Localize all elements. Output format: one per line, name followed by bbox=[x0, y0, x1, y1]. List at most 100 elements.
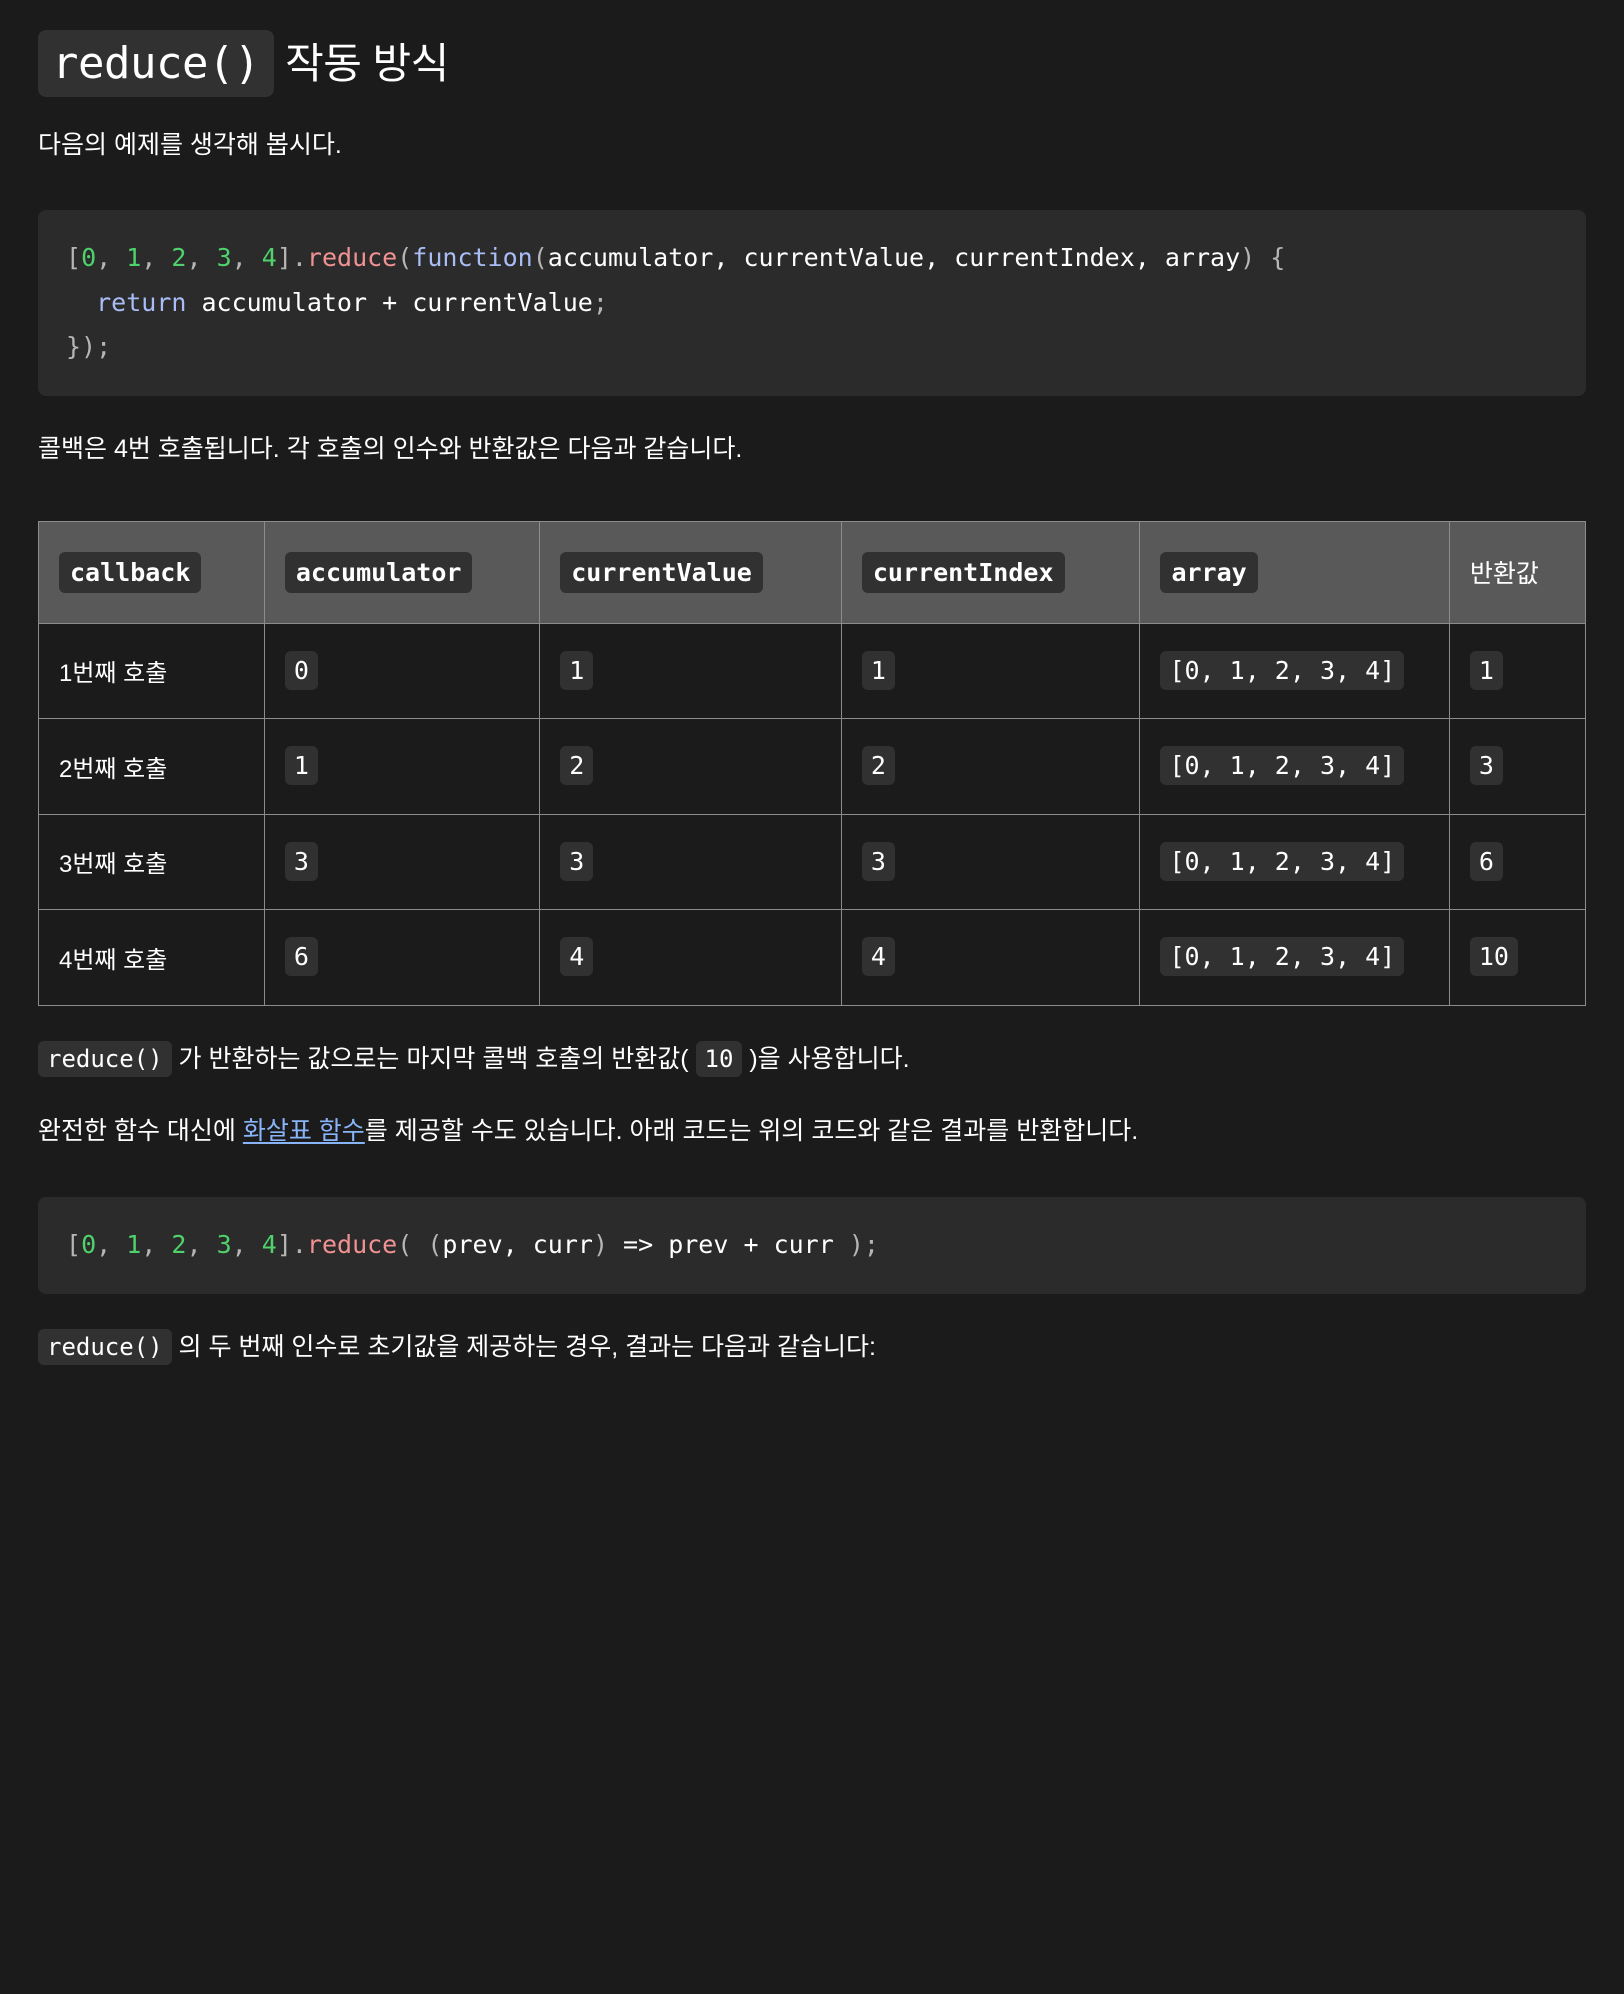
table-cell-callback: 2번째 호출 bbox=[38, 718, 265, 815]
table-body: 1번째 호출 0 1 1 [0, 1, 2, 3, 4] 1 2번째 호출 1 2 2 [0, 1,… bbox=[38, 622, 1587, 1006]
table-header-cell-array: array bbox=[1139, 520, 1450, 624]
table-cell-array: [0, 1, 2, 3, 4] bbox=[1139, 813, 1450, 910]
code-token-plain: accumulator, currentValue, currentIndex,… bbox=[547, 243, 1241, 273]
result-text-1: 가 반환하는 값으로는 마지막 콜백 호출의 반환값( bbox=[171, 1044, 696, 1073]
code-token-num: 1 bbox=[126, 243, 142, 273]
code-token-punc: ( bbox=[427, 1230, 443, 1259]
table-row: 1번째 호출 0 1 1 [0, 1, 2, 3, 4] 1 bbox=[38, 622, 1587, 719]
table-cell-accumulator: 6 bbox=[263, 909, 541, 1006]
table-header: callback accumulator currentValue currentIn… bbox=[38, 520, 1587, 624]
arrow-function-link[interactable]: 화살표 함수 bbox=[243, 1117, 365, 1145]
table-cell-currentIndex: 3 bbox=[840, 813, 1141, 910]
initial-code-reduce: reduce() bbox=[38, 1328, 172, 1365]
code-token-punc: ( bbox=[397, 1230, 413, 1259]
cell-code-returnValue: 10 bbox=[1469, 937, 1518, 976]
table-cell-currentIndex: 1 bbox=[840, 622, 1141, 719]
code-token-punc: , bbox=[231, 1230, 262, 1259]
cell-code-currentIndex: 3 bbox=[861, 841, 895, 881]
code-token-fn: reduce bbox=[306, 1230, 398, 1259]
callback-calls-table: callback accumulator currentValue currentIn… bbox=[38, 520, 1587, 1006]
table-cell-currentValue: 3 bbox=[539, 813, 842, 910]
table-header-cell-callback: callback bbox=[38, 520, 265, 624]
code-token-punc: }); bbox=[66, 332, 112, 362]
table-cell-array: [0, 1, 2, 3, 4] bbox=[1139, 622, 1450, 719]
callback-count-paragraph: 콜백은 4번 호출됩니다. 각 호출의 인수와 반환값은 다음과 같습니다. bbox=[38, 434, 743, 463]
code-token-plain: accumulator + currentValue bbox=[186, 287, 593, 317]
table-cell-currentIndex: 4 bbox=[840, 909, 1141, 1006]
table-row: 2번째 호출 1 2 2 [0, 1, 2, 3, 4] 3 bbox=[38, 718, 1587, 815]
result-code-ten: 10 bbox=[695, 1040, 743, 1077]
code-token-punc: , bbox=[96, 243, 127, 273]
cell-code-array: [0, 1, 2, 3, 4] bbox=[1160, 650, 1405, 690]
cell-code-currentValue: 3 bbox=[560, 841, 594, 881]
table-cell-returnValue: 10 bbox=[1448, 909, 1587, 1006]
cell-code-accumulator: 1 bbox=[284, 746, 318, 785]
cell-code-accumulator: 0 bbox=[284, 650, 318, 690]
code-token-punc: , bbox=[141, 243, 172, 273]
code-token-num: 4 bbox=[261, 1230, 277, 1259]
page-title-text: 작동 방식 bbox=[273, 40, 449, 87]
code-token-punc: { bbox=[1270, 243, 1286, 273]
cell-code-currentIndex: 1 bbox=[861, 650, 895, 690]
table-row: 3번째 호출 3 3 3 [0, 1, 2, 3, 4] 6 bbox=[38, 813, 1587, 910]
code-block-arrow-function: [0, 1, 2, 3, 4].reduce( (prev, curr) => … bbox=[38, 1197, 1586, 1294]
initial-value-paragraph: reduce() 의 두 번째 인수로 초기값을 제공하는 경우, 결과는 다음… bbox=[38, 1328, 1586, 1367]
code-token-num: 3 bbox=[216, 243, 232, 273]
cell-code-array: [0, 1, 2, 3, 4] bbox=[1160, 937, 1405, 976]
result-text-2: )을 사용합니다. bbox=[742, 1044, 910, 1073]
cell-code-array: [0, 1, 2, 3, 4] bbox=[1160, 841, 1405, 881]
header-code-currentValue: currentValue bbox=[560, 551, 763, 593]
page-title-code: reduce() bbox=[38, 30, 274, 97]
code-token-punc: ( bbox=[532, 243, 548, 273]
table-cell-currentValue: 4 bbox=[539, 909, 842, 1006]
cell-code-accumulator: 3 bbox=[284, 841, 318, 881]
table-header-row: callback accumulator currentValue currentIn… bbox=[38, 520, 1587, 624]
table-cell-currentIndex: 2 bbox=[840, 718, 1141, 815]
result-code-reduce: reduce() bbox=[38, 1040, 172, 1077]
code-token-num: 2 bbox=[171, 243, 187, 273]
cell-code-currentValue: 1 bbox=[560, 650, 594, 690]
table-cell-currentValue: 1 bbox=[539, 622, 842, 719]
table-cell-accumulator: 1 bbox=[263, 718, 541, 815]
code-token-plain: prev, curr bbox=[442, 1230, 593, 1259]
result-paragraph: reduce() 가 반환하는 값으로는 마지막 콜백 호출의 반환값( 10 … bbox=[38, 1040, 1586, 1079]
code-token-num: 4 bbox=[261, 243, 277, 273]
document-root: reduce() 작동 방식 다음의 예제를 생각해 봅시다. [0, 1, 2… bbox=[0, 0, 1624, 1406]
table-cell-accumulator: 0 bbox=[263, 622, 541, 719]
cell-code-array: [0, 1, 2, 3, 4] bbox=[1160, 746, 1405, 785]
table-header-cell-currentIndex: currentIndex bbox=[840, 520, 1141, 624]
table-cell-array: [0, 1, 2, 3, 4] bbox=[1139, 718, 1450, 815]
code-token-kw: return bbox=[96, 287, 187, 317]
code-token-num: 0 bbox=[81, 243, 97, 273]
cell-code-returnValue: 1 bbox=[1469, 650, 1503, 690]
cell-code-returnValue: 6 bbox=[1469, 841, 1503, 881]
table-header-cell-return-value: 반환값 bbox=[1448, 520, 1587, 624]
table-cell-callback: 3번째 호출 bbox=[38, 813, 265, 910]
arrow-function-paragraph: 완전한 함수 대신에 화살표 함수를 제공할 수도 있습니다. 아래 코드는 위… bbox=[38, 1112, 1586, 1151]
code-token-num: 2 bbox=[171, 1230, 187, 1259]
code-token-kw: function bbox=[412, 243, 533, 273]
code-token-punc: ); bbox=[848, 1230, 879, 1259]
table-header-cell-accumulator: accumulator bbox=[263, 520, 541, 624]
code-token-punc: , bbox=[186, 1230, 217, 1259]
table-cell-accumulator: 3 bbox=[263, 813, 541, 910]
table-cell-returnValue: 3 bbox=[1448, 718, 1587, 815]
table-cell-returnValue: 1 bbox=[1448, 622, 1587, 719]
cell-code-accumulator: 6 bbox=[284, 937, 318, 976]
table-cell-array: [0, 1, 2, 3, 4] bbox=[1139, 909, 1450, 1006]
code-token-punc: ) bbox=[592, 1230, 608, 1259]
arrow-text-2: 를 제공할 수도 있습니다. 아래 코드는 위의 코드와 같은 결과를 반환합니… bbox=[364, 1117, 1139, 1146]
code-token-punc: [ bbox=[66, 1230, 82, 1259]
page-title: reduce() 작동 방식 bbox=[38, 30, 1586, 97]
header-code-callback: callback bbox=[59, 551, 202, 593]
code-token-punc: ) bbox=[1240, 243, 1256, 273]
code-token-punc: ]. bbox=[276, 243, 307, 273]
code-token-punc: ]. bbox=[276, 1230, 307, 1259]
cell-code-returnValue: 3 bbox=[1469, 746, 1503, 785]
code-block-example-function: [0, 1, 2, 3, 4].reduce(function(accumula… bbox=[38, 210, 1586, 396]
table-row: 4번째 호출 6 4 4 [0, 1, 2, 3, 4] 10 bbox=[38, 909, 1587, 1006]
table-cell-returnValue: 6 bbox=[1448, 813, 1587, 910]
